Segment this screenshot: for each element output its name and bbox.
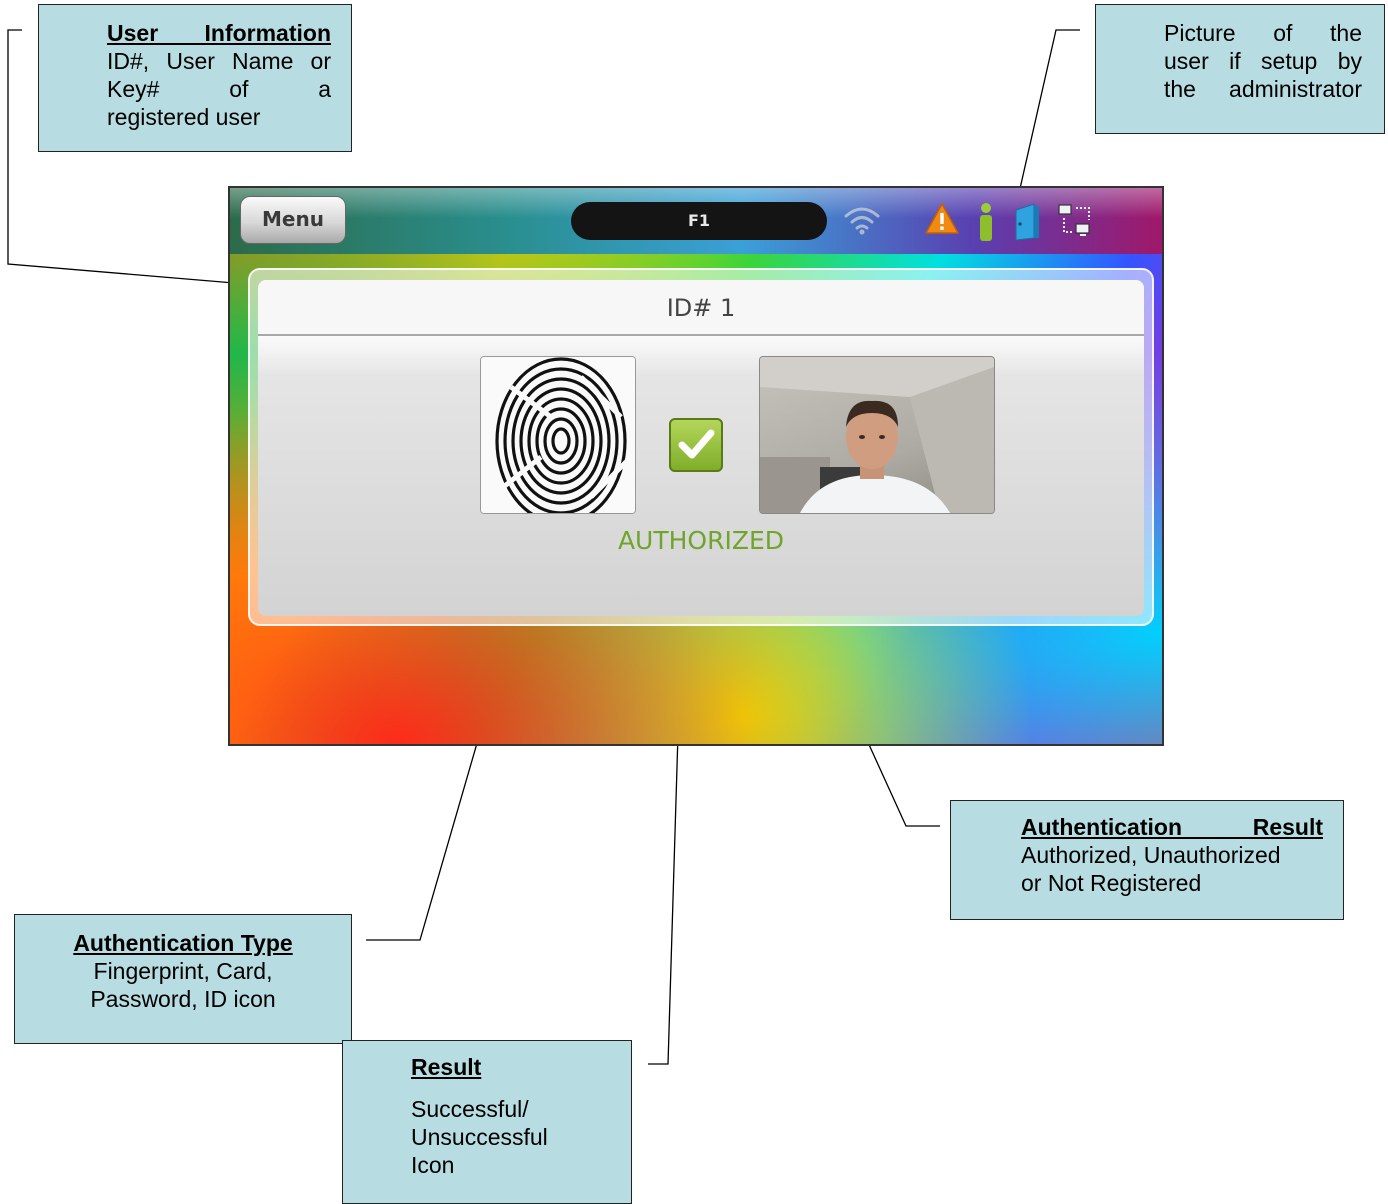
fingerprint-icon [481, 357, 635, 513]
callout-line: Successful/ [411, 1096, 529, 1122]
function-key-indicator[interactable]: F1 [571, 202, 827, 240]
wifi-icon [844, 207, 880, 235]
callout-user-picture: Picture of the user if setup by the admi… [1095, 4, 1385, 134]
device-screen: Menu F1 ID# 1 AUTHORIZED [228, 186, 1164, 746]
user-photo-portrait [760, 357, 994, 513]
callout-line: the administrator [1164, 76, 1362, 102]
result-success-icon [669, 418, 723, 472]
network-icon [1058, 204, 1090, 236]
callout-authentication-type: Authentication Type Fingerprint, Card, P… [14, 914, 352, 1044]
menu-button[interactable]: Menu [240, 196, 346, 244]
callout-line: Key# of a [107, 76, 331, 102]
user-photo [759, 356, 995, 514]
callout-heading: Authentication Result [1021, 814, 1323, 840]
callout-user-information: User Information ID#, User Name or Key# … [38, 4, 352, 152]
callout-line: Unsuccessful [411, 1124, 548, 1150]
callout-line: Icon [411, 1152, 455, 1178]
user-id-label: ID# 1 [258, 280, 1144, 336]
authentication-result-text: AUTHORIZED [617, 526, 785, 555]
callout-line: or Not Registered [1021, 870, 1202, 896]
callout-line: registered user [107, 104, 261, 130]
person-icon [980, 203, 992, 241]
callout-heading: User Information [107, 20, 331, 46]
callout-authentication-result: Authentication Result Authorized, Unauth… [950, 800, 1344, 920]
callout-line: Authorized, Unauthorized [1021, 842, 1281, 868]
result-panel: ID# 1 AUTHORIZED [258, 280, 1144, 616]
checkmark-icon [678, 429, 715, 459]
warning-icon [925, 203, 959, 234]
callout-result: Result Successful/ Unsuccessful Icon [342, 1040, 632, 1204]
callout-line: ID#, User Name or [107, 48, 331, 74]
callout-line: Picture of the [1164, 20, 1362, 46]
fingerprint-image [480, 356, 636, 514]
callout-line: Password, ID icon [90, 986, 276, 1012]
callout-heading: Authentication Type [73, 930, 293, 956]
callout-heading: Result [411, 1054, 482, 1080]
door-icon [1015, 203, 1039, 241]
callout-line: user if setup by [1164, 48, 1362, 74]
callout-line: Fingerprint, Card, [93, 958, 273, 984]
